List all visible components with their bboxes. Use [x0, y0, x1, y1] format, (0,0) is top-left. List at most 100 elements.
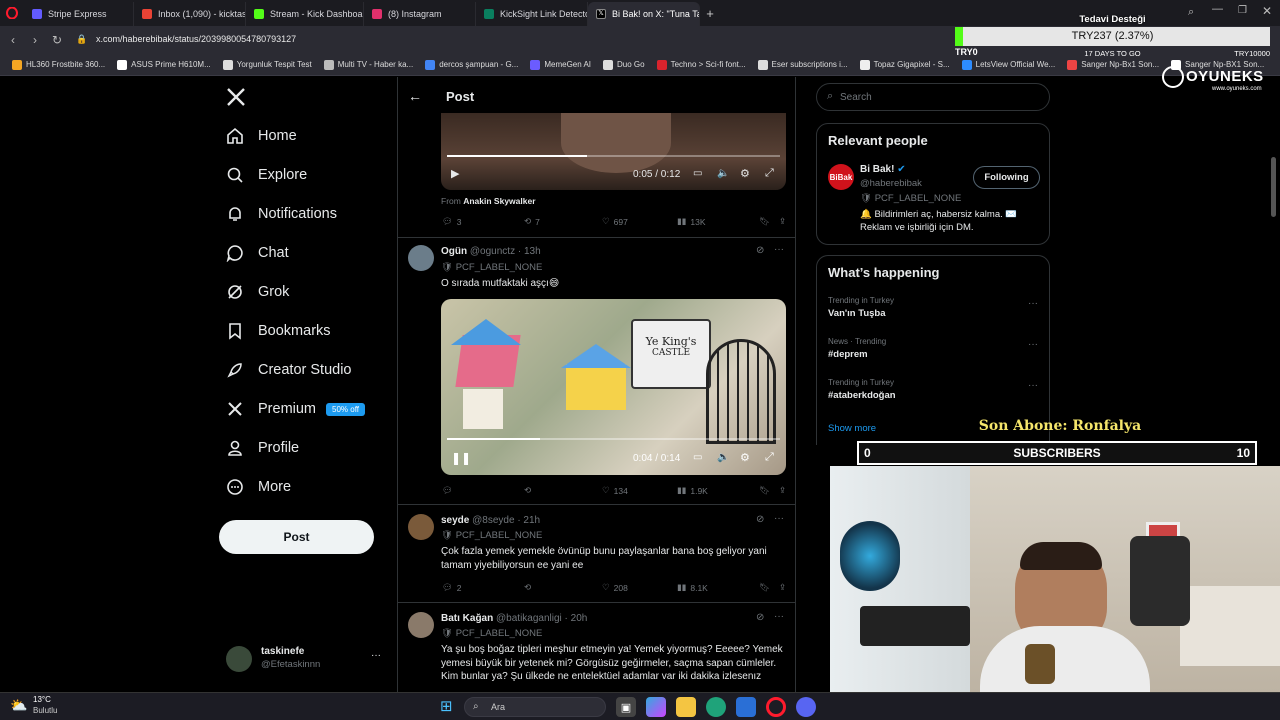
more-dots-icon[interactable]: ···: [774, 513, 784, 524]
tab-instagram[interactable]: (8) Instagram: [364, 2, 476, 26]
windows-start-icon[interactable]: ⊞: [440, 697, 453, 715]
nav-more[interactable]: More: [226, 478, 291, 496]
edge-icon[interactable]: [706, 697, 726, 717]
back-button[interactable]: ‹: [2, 33, 24, 47]
nav-premium[interactable]: Premium 50% off: [226, 400, 365, 418]
settings-icon[interactable]: ⚙: [740, 451, 750, 464]
nav-home[interactable]: Home: [226, 127, 297, 145]
more-dots-icon[interactable]: ···: [1028, 298, 1038, 309]
bookmark-item[interactable]: dercos şampuan - G...: [419, 59, 524, 70]
tab-stripe[interactable]: Stripe Express: [24, 2, 134, 26]
volume-icon[interactable]: 🔈: [717, 168, 729, 179]
trend-item[interactable]: Trending in Turkey Van'ın Tuşba ···: [828, 296, 1043, 319]
forward-button[interactable]: ›: [24, 33, 46, 47]
repost-button[interactable]: ⟲: [524, 582, 602, 593]
tab-kicksight[interactable]: KickSight Link Detector: [476, 2, 588, 26]
nav-creator-studio[interactable]: Creator Studio: [226, 361, 352, 379]
avatar[interactable]: [408, 514, 434, 540]
video-source-link[interactable]: Anakin Skywalker: [463, 196, 535, 206]
reply-button[interactable]: 💬︎: [442, 485, 524, 496]
bookmark-item[interactable]: ASUS Prime H610M...: [111, 59, 217, 70]
tab-x-post[interactable]: 𝕏 Bi Bak! on X: "Tuna Ta: [588, 2, 700, 26]
tweet-author[interactable]: seyde @8seyde · 21h: [441, 515, 540, 526]
person-name[interactable]: Bi Bak! ✔: [860, 164, 906, 175]
tab-inbox[interactable]: Inbox (1,090) - kicktaskine: [134, 2, 246, 26]
grok-icon[interactable]: ⊘: [756, 612, 764, 623]
reply-tweet[interactable]: Batı Kağan @batikaganligi · 20h ⊘ ··· 🛡 …: [398, 604, 795, 692]
trend-item[interactable]: Trending in Turkey #ataberkdoğan ···: [828, 378, 1043, 401]
bookmark-item[interactable]: Eser subscriptions i...: [752, 59, 854, 70]
tweet-author[interactable]: Batı Kağan @batikaganligi · 20h: [441, 613, 587, 624]
nav-bookmarks[interactable]: Bookmarks: [226, 322, 331, 340]
pause-icon[interactable]: ❚❚: [451, 451, 471, 465]
nav-profile[interactable]: Profile: [226, 439, 299, 457]
settings-icon[interactable]: ⚙: [740, 167, 750, 180]
following-button[interactable]: Following: [973, 166, 1040, 189]
tweet-author[interactable]: Ogün @ogunctz · 13h: [441, 246, 541, 257]
new-tab-button[interactable]: +: [700, 6, 720, 21]
reply-tweet[interactable]: Ogün @ogunctz · 13h ⊘ ··· 🛡 PCF_LABEL_NO…: [398, 237, 795, 505]
trend-item[interactable]: News · Trending #deprem ···: [828, 337, 1043, 360]
views-button[interactable]: ▮▮ 8.1K: [677, 582, 759, 593]
bookmark-item[interactable]: MemeGen AI: [524, 59, 597, 70]
share-button[interactable]: ⇪: [779, 582, 786, 593]
account-switcher[interactable]: taskinefe @Efetaskinnn ···: [226, 644, 386, 674]
nav-notifications[interactable]: Notifications: [226, 205, 337, 223]
bookmark-item[interactable]: Multi TV - Haber ka...: [318, 59, 419, 70]
share-button[interactable]: ⇪: [779, 485, 786, 496]
weather-icon[interactable]: ⛅: [10, 697, 27, 714]
video-player[interactable]: Ye King's CASTLE ❚❚ 0:04 / 0:14 ▭ 🔈 ⚙ ⤢: [441, 299, 786, 475]
like-button[interactable]: ♡ 134: [602, 485, 677, 496]
avatar[interactable]: [408, 245, 434, 271]
repost-button[interactable]: ⟲ 7: [524, 216, 602, 227]
grok-icon[interactable]: ⊘: [756, 514, 764, 525]
taskbar-search-input[interactable]: ⌕ Ara: [464, 697, 606, 717]
captions-icon[interactable]: ▭: [693, 452, 702, 463]
discord-icon[interactable]: [796, 697, 816, 717]
bookmark-item[interactable]: HL360 Frostbite 360...: [6, 59, 111, 70]
more-dots-icon[interactable]: ···: [774, 611, 784, 622]
opera-logo-icon[interactable]: [0, 7, 24, 19]
bookmark-item[interactable]: Techno > Sci-fi font...: [651, 59, 752, 70]
video-progress-track[interactable]: [447, 438, 780, 440]
share-button[interactable]: ⇪: [779, 216, 786, 227]
opera-icon[interactable]: [766, 697, 786, 717]
compose-post-button[interactable]: Post: [219, 520, 374, 554]
nav-explore[interactable]: Explore: [226, 166, 307, 184]
like-button[interactable]: ♡ 697: [602, 216, 677, 227]
bookmark-item[interactable]: Duo Go: [597, 59, 651, 70]
bookmark-button[interactable]: 🔖︎: [759, 216, 779, 227]
bookmark-button[interactable]: 🔖︎: [759, 485, 779, 496]
video-progress-track[interactable]: [447, 155, 780, 157]
file-explorer-icon[interactable]: [676, 697, 696, 717]
reply-tweet[interactable]: seyde @8seyde · 21h ⊘ ··· 🛡 PCF_LABEL_NO…: [398, 506, 795, 603]
more-dots-icon[interactable]: ···: [1028, 339, 1038, 350]
bookmark-button[interactable]: 🔖︎: [759, 582, 779, 593]
bookmark-item[interactable]: Topaz Gigapixel - S...: [854, 59, 956, 70]
views-button[interactable]: ▮▮ 13K: [677, 216, 759, 227]
captions-icon[interactable]: ▭: [693, 168, 702, 179]
fullscreen-icon[interactable]: ⤢: [765, 167, 774, 180]
more-dots-icon[interactable]: ···: [774, 244, 784, 255]
views-button[interactable]: ▮▮ 1.9K: [677, 485, 759, 496]
copilot-icon[interactable]: [646, 697, 666, 717]
nav-chat[interactable]: Chat: [226, 244, 289, 262]
bookmark-item[interactable]: Yorgunluk Tespit Test: [217, 59, 318, 70]
avatar[interactable]: BiBak: [828, 164, 854, 190]
reload-button[interactable]: ↻: [46, 33, 68, 47]
play-icon[interactable]: ▶: [451, 167, 459, 180]
like-button[interactable]: ♡ 208: [602, 582, 677, 593]
search-input[interactable]: ⌕ Search: [816, 83, 1050, 111]
back-arrow-icon[interactable]: ←: [408, 88, 422, 104]
nav-grok[interactable]: Grok: [226, 283, 289, 301]
store-icon[interactable]: [736, 697, 756, 717]
volume-icon[interactable]: 🔈: [717, 452, 729, 463]
reply-button[interactable]: 💬︎ 3: [442, 216, 524, 227]
url-field[interactable]: x.com/haberebibak/status/203998005478079…: [96, 34, 296, 44]
avatar[interactable]: [408, 612, 434, 638]
scrollbar-thumb[interactable]: [1271, 157, 1276, 217]
x-logo-icon[interactable]: [226, 87, 246, 112]
grok-icon[interactable]: ⊘: [756, 245, 764, 256]
site-info-icon[interactable]: 🔒: [76, 34, 87, 45]
show-more-link[interactable]: Show more: [828, 423, 876, 434]
